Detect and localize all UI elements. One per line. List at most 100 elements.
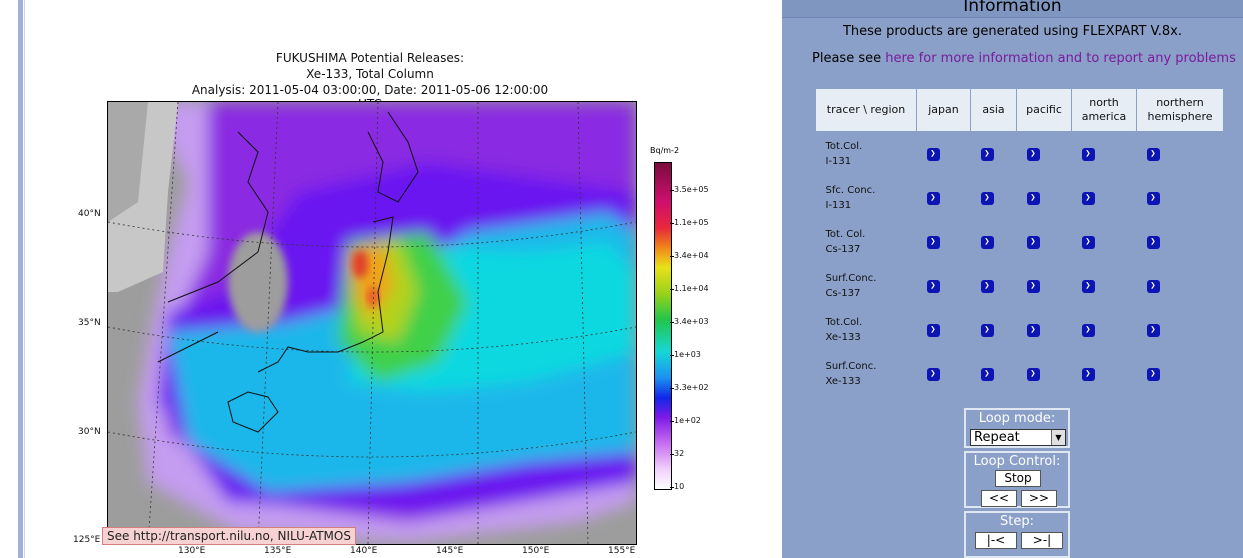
go-arrow-icon[interactable]: ❯ <box>1146 323 1160 337</box>
row-label: Surf.Conc. Xe-133 <box>816 352 917 396</box>
go-arrow-icon[interactable]: ❯ <box>1146 279 1160 293</box>
step-title: Step: <box>1000 514 1034 529</box>
table-row: Tot.Col. Xe-133 ❯ ❯ ❯ ❯ ❯ <box>816 308 1224 352</box>
cell-pacific: ❯ <box>1017 176 1072 220</box>
go-arrow-icon[interactable]: ❯ <box>1146 147 1160 161</box>
tracer-species: I-131 <box>825 156 852 167</box>
row-label: Sfc. Conc. I-131 <box>816 176 917 220</box>
go-arrow-icon[interactable]: ❯ <box>1026 323 1040 337</box>
loop-control-title: Loop Control: <box>973 454 1061 469</box>
go-arrow-icon[interactable]: ❯ <box>1081 323 1095 337</box>
cell-japan: ❯ <box>917 176 971 220</box>
page-left-border <box>18 0 23 558</box>
column-header-japan: japan <box>916 88 971 132</box>
colorbar-label: 1.1e+04 <box>674 284 709 293</box>
colorbar-label: 3.5e+05 <box>674 185 709 194</box>
cell-northern-hemisphere: ❯ <box>1137 264 1224 308</box>
go-arrow-icon[interactable]: ❯ <box>926 147 940 161</box>
go-arrow-icon[interactable]: ❯ <box>926 191 940 205</box>
lon-label-150e: 150°E <box>522 546 550 556</box>
colorbar-label: 1e+03 <box>674 350 701 359</box>
go-arrow-icon[interactable]: ❯ <box>926 235 940 249</box>
cell-north-america: ❯ <box>1072 220 1137 264</box>
cell-north-america: ❯ <box>1072 264 1137 308</box>
colorbar-label: 10 <box>674 482 685 491</box>
table-row: Surf.Conc. Xe-133 ❯ ❯ ❯ ❯ ❯ <box>816 352 1224 396</box>
last-frame-button[interactable]: >-| <box>1021 532 1063 549</box>
page-left-border-inner <box>24 0 25 558</box>
go-arrow-icon[interactable]: ❯ <box>926 367 940 381</box>
go-arrow-icon[interactable]: ❯ <box>1026 191 1040 205</box>
lat-label-35n: 35°N <box>78 318 101 328</box>
colorbar-label: 3.3e+02 <box>674 383 709 392</box>
chevron-down-icon[interactable]: ▼ <box>1051 430 1065 445</box>
column-header-pacific: pacific <box>1016 88 1072 132</box>
go-arrow-icon[interactable]: ❯ <box>980 147 994 161</box>
row-label: Tot. Col. Cs-137 <box>816 220 917 264</box>
cell-asia: ❯ <box>971 176 1017 220</box>
cell-pacific: ❯ <box>1017 264 1072 308</box>
cell-pacific: ❯ <box>1017 132 1072 177</box>
go-arrow-icon[interactable]: ❯ <box>1081 191 1095 205</box>
lon-label-130e: 130°E <box>178 546 206 556</box>
more-info-link[interactable]: here for more information and to report … <box>885 51 1236 66</box>
go-arrow-icon[interactable]: ❯ <box>1026 279 1040 293</box>
flexpart-note: These products are generated using FLEXP… <box>842 24 1182 39</box>
tracer-quantity: Surf.Conc. <box>825 273 877 284</box>
products-table: tracer \ region japan asia pacific north… <box>815 88 1224 396</box>
go-arrow-icon[interactable]: ❯ <box>980 279 994 293</box>
tracer-quantity: Sfc. Conc. <box>825 185 876 196</box>
cell-pacific: ❯ <box>1017 220 1072 264</box>
column-header-asia: asia <box>970 88 1017 132</box>
dispersion-map <box>107 101 637 545</box>
go-arrow-icon[interactable]: ❯ <box>1146 235 1160 249</box>
cell-asia: ❯ <box>971 132 1017 177</box>
lon-label-125e: 125°E <box>73 535 101 545</box>
loop-mode-title: Loop mode: <box>978 411 1056 426</box>
go-arrow-icon[interactable]: ❯ <box>1026 147 1040 161</box>
table-row: Tot.Col. I-131 ❯ ❯ ❯ ❯ ❯ <box>816 132 1224 177</box>
step-back-button[interactable]: << <box>981 490 1017 507</box>
map-image <box>108 102 636 544</box>
tracer-species: Xe-133 <box>825 332 861 343</box>
cell-north-america: ❯ <box>1072 132 1137 177</box>
go-arrow-icon[interactable]: ❯ <box>1026 367 1040 381</box>
go-arrow-icon[interactable]: ❯ <box>980 367 994 381</box>
tracer-species: I-131 <box>825 200 852 211</box>
go-arrow-icon[interactable]: ❯ <box>926 323 940 337</box>
colorbar-label: 32 <box>674 449 685 458</box>
go-arrow-icon[interactable]: ❯ <box>1081 367 1095 381</box>
tracer-quantity: Tot. Col. <box>825 229 866 240</box>
info-line: Please see here for more information and… <box>812 51 1243 66</box>
go-arrow-icon[interactable]: ❯ <box>1081 279 1095 293</box>
dispersion-figure: FUKUSHIMA Potential Releases: Xe-133, To… <box>60 40 760 558</box>
figure-title-line1: FUKUSHIMA Potential Releases: <box>275 51 465 65</box>
go-arrow-icon[interactable]: ❯ <box>1146 191 1160 205</box>
row-label: Tot.Col. I-131 <box>816 132 917 177</box>
tracer-species: Cs-137 <box>825 288 861 299</box>
go-arrow-icon[interactable]: ❯ <box>1081 147 1095 161</box>
go-arrow-icon[interactable]: ❯ <box>980 235 994 249</box>
step-forward-button[interactable]: >> <box>1021 490 1057 507</box>
step-box: Step: |-< >-| <box>964 511 1070 558</box>
colorbar-unit: Bq/m-2 <box>650 146 680 155</box>
tracer-quantity: Surf.Conc. <box>825 361 877 372</box>
column-header-corner: tracer \ region <box>815 88 917 132</box>
row-label: Surf.Conc. Cs-137 <box>816 264 917 308</box>
loop-control-box: Loop Control: Stop << >> <box>964 451 1070 508</box>
go-arrow-icon[interactable]: ❯ <box>980 323 994 337</box>
first-frame-button[interactable]: |-< <box>975 532 1017 549</box>
colorbar-label: 1e+02 <box>674 416 701 425</box>
stop-button[interactable]: Stop <box>995 470 1041 487</box>
cell-north-america: ❯ <box>1072 308 1137 352</box>
loop-mode-select[interactable]: Repeat ▼ <box>970 429 1066 446</box>
go-arrow-icon[interactable]: ❯ <box>1146 367 1160 381</box>
go-arrow-icon[interactable]: ❯ <box>926 279 940 293</box>
go-arrow-icon[interactable]: ❯ <box>1081 235 1095 249</box>
go-arrow-icon[interactable]: ❯ <box>980 191 994 205</box>
lat-label-40n: 40°N <box>78 209 101 219</box>
go-arrow-icon[interactable]: ❯ <box>1026 235 1040 249</box>
cell-japan: ❯ <box>917 308 971 352</box>
panel-header: Information <box>782 0 1243 18</box>
cell-northern-hemisphere: ❯ <box>1137 220 1224 264</box>
